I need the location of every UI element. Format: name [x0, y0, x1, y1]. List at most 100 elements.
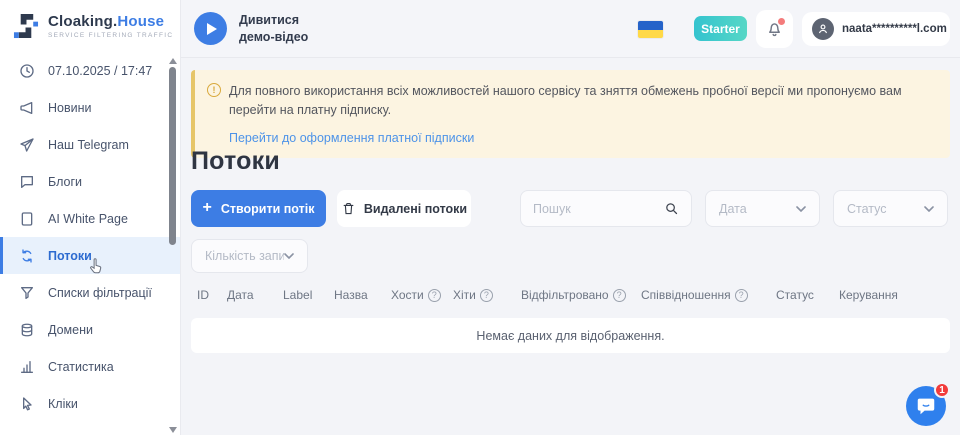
trash-icon: [341, 201, 356, 216]
sidebar-item-label: 07.10.2025 / 17:47: [48, 64, 152, 78]
sidebar-item-news[interactable]: Новини: [0, 89, 180, 126]
sidebar-item-telegram[interactable]: Наш Telegram: [0, 126, 180, 163]
sidebar-item-clicks[interactable]: Кліки: [0, 385, 180, 422]
create-stream-button[interactable]: + Створити потік: [191, 190, 326, 227]
notification-dot: [778, 18, 785, 25]
bar-chart-icon: [19, 359, 35, 375]
sidebar-item-blogs[interactable]: Блоги: [0, 163, 180, 200]
document-icon: [19, 211, 35, 227]
plus-icon: +: [203, 200, 212, 216]
avatar: [812, 18, 834, 40]
notifications-button[interactable]: [756, 10, 793, 48]
column-label: Label: [283, 288, 312, 302]
chevron-down-icon: [284, 253, 294, 259]
chat-bubble-icon: [19, 174, 35, 190]
play-icon: [194, 12, 227, 45]
deleted-streams-button[interactable]: Видалені потоки: [337, 190, 471, 227]
sidebar-item-ai-white-page[interactable]: AI White Page: [0, 200, 180, 237]
user-menu[interactable]: naata**********l.com: [802, 12, 950, 46]
column-hosts: Хости?: [391, 288, 453, 302]
column-label: Дата: [227, 288, 254, 302]
app-window: Cloaking.House SERVICE FILTERING TRAFFIC…: [0, 0, 960, 435]
chevron-down-icon: [796, 206, 806, 212]
column-label: ID: [197, 288, 209, 302]
table-header-row: ID Дата Label Назва Хости? Хіти? Відфіль…: [191, 288, 950, 302]
logo[interactable]: Cloaking.House SERVICE FILTERING TRAFFIC: [0, 0, 180, 49]
column-actions: Керування: [839, 288, 898, 302]
search-icon: [664, 201, 679, 216]
sidebar: Cloaking.House SERVICE FILTERING TRAFFIC…: [0, 0, 181, 435]
status-filter-label: Статус: [847, 202, 887, 216]
cursor-icon: [19, 396, 35, 412]
column-label: Співвідношення: [641, 288, 731, 302]
column-label: Назва: [334, 288, 368, 302]
column-filtered: Відфільтровано?: [521, 288, 641, 302]
ukraine-flag-icon[interactable]: [638, 21, 663, 38]
sidebar-menu: 07.10.2025 / 17:47 Новини Наш Telegram Б…: [0, 52, 180, 422]
clock-icon: [19, 63, 35, 79]
database-icon: [19, 322, 35, 338]
watch-demo-label: Дивитися демо-відео: [239, 12, 329, 45]
logo-text: Cloaking.House SERVICE FILTERING TRAFFIC: [48, 13, 173, 39]
date-filter-label: Дата: [719, 202, 747, 216]
column-label: Хіти: [453, 288, 476, 302]
column-label: Статус: [776, 288, 814, 302]
column-date: Дата: [227, 288, 283, 302]
main-content: ! Для повного використання всіх можливос…: [181, 58, 960, 435]
brand-name-primary: Cloaking.: [48, 13, 117, 30]
help-icon[interactable]: ?: [428, 289, 441, 302]
search-field[interactable]: [520, 190, 692, 227]
column-status: Статус: [776, 288, 839, 302]
banner-message: Для повного використання всіх можливосте…: [229, 82, 929, 120]
sidebar-datetime: 07.10.2025 / 17:47: [0, 52, 180, 89]
scrollbar-thumb[interactable]: [169, 67, 176, 245]
sidebar-item-label: Домени: [48, 323, 93, 337]
help-icon[interactable]: ?: [480, 289, 493, 302]
sidebar-item-streams[interactable]: Потоки: [0, 237, 180, 274]
help-icon[interactable]: ?: [735, 289, 748, 302]
help-icon[interactable]: ?: [613, 289, 626, 302]
sidebar-item-label: AI White Page: [48, 212, 128, 226]
column-label: Хости: [391, 288, 424, 302]
column-name: Назва: [334, 288, 391, 302]
sidebar-item-filter-lists[interactable]: Списки фільтрації: [0, 274, 180, 311]
page-title: Потоки: [191, 147, 280, 176]
user-email: naata**********l.com: [842, 23, 947, 35]
column-id: ID: [197, 288, 227, 302]
subscription-link[interactable]: Перейти до оформлення платної підписки: [229, 131, 936, 145]
sidebar-item-label: Наш Telegram: [48, 138, 129, 152]
sidebar-item-label: Потоки: [48, 249, 92, 263]
scrollbar-down-arrow[interactable]: [169, 427, 177, 433]
funnel-icon: [19, 285, 35, 301]
create-stream-label: Створити потік: [221, 202, 315, 216]
column-label: Керування: [839, 288, 898, 302]
sidebar-item-label: Кліки: [48, 397, 78, 411]
sidebar-item-statistics[interactable]: Статистика: [0, 348, 180, 385]
sidebar-item-domains[interactable]: Домени: [0, 311, 180, 348]
sync-icon: [19, 248, 35, 264]
column-label: Label: [283, 288, 334, 302]
brand-tagline: SERVICE FILTERING TRAFFIC: [48, 32, 173, 39]
chat-widget-button[interactable]: 1: [906, 386, 946, 426]
date-filter[interactable]: Дата: [705, 190, 820, 227]
scrollbar-up-arrow[interactable]: [169, 58, 177, 64]
status-filter[interactable]: Статус: [833, 190, 948, 227]
chat-icon: [915, 395, 937, 417]
watch-demo-button[interactable]: Дивитися демо-відео: [194, 12, 329, 45]
sidebar-item-label: Статистика: [48, 360, 114, 374]
column-label: Відфільтровано: [521, 288, 609, 302]
per-page-label: Кількість запи: [205, 249, 284, 263]
plan-badge[interactable]: Starter: [694, 16, 747, 41]
deleted-streams-label: Видалені потоки: [364, 202, 467, 216]
per-page-select[interactable]: Кількість запи: [191, 239, 308, 273]
megaphone-icon: [19, 100, 35, 116]
brand-name: Cloaking.House: [48, 13, 173, 30]
empty-state-message: Немає даних для відображення.: [476, 329, 664, 343]
search-input[interactable]: [533, 202, 664, 216]
column-ratio: Співвідношення?: [641, 288, 776, 302]
warning-icon: !: [207, 83, 221, 97]
sidebar-scrollbar: [168, 58, 177, 433]
chevron-down-icon: [924, 206, 934, 212]
brand-name-accent: House: [117, 13, 164, 30]
top-bar: Дивитися демо-відео Starter naata*******…: [181, 0, 960, 58]
